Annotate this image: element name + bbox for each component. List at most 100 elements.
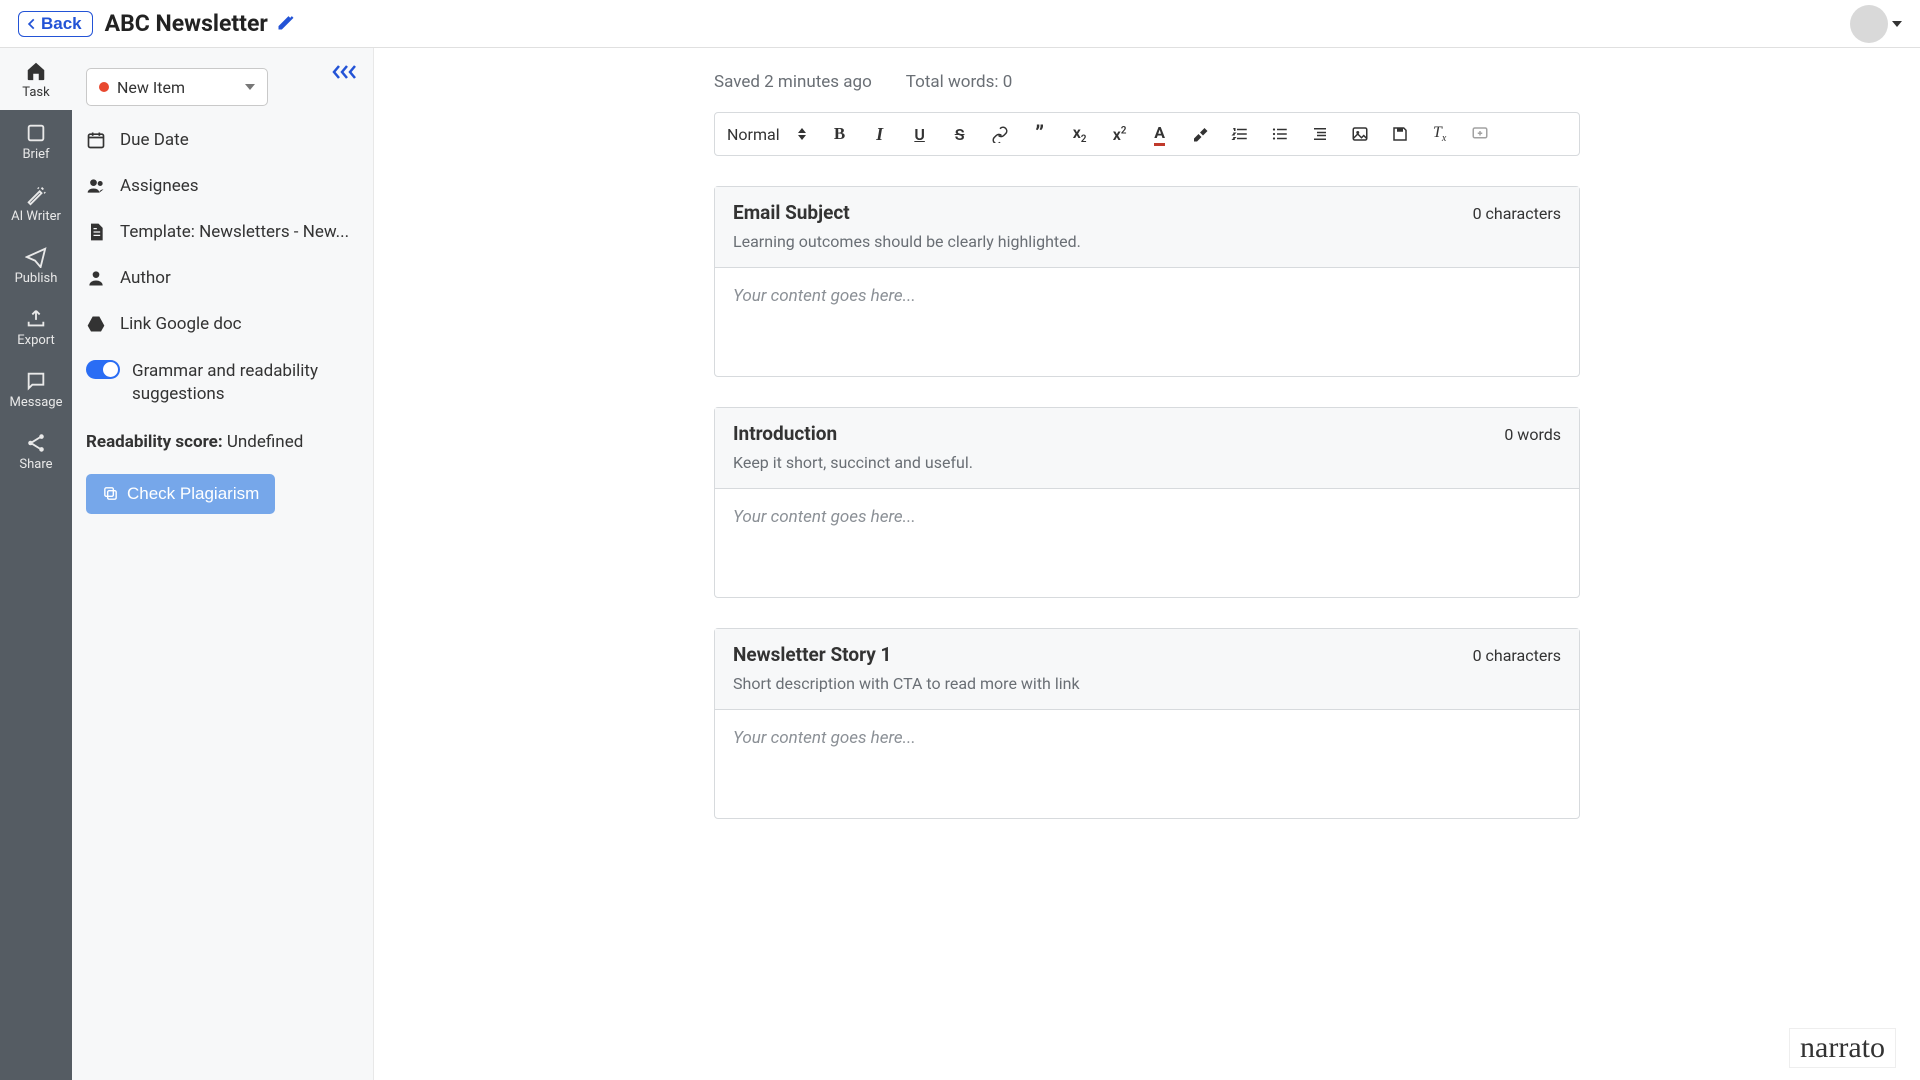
nav-item-ai-writer[interactable]: AI Writer — [0, 172, 72, 234]
readability-value: Undefined — [227, 432, 303, 452]
content-block-introduction: Introduction 0 words Keep it short, succ… — [714, 407, 1580, 598]
author-field[interactable]: Author — [86, 268, 359, 288]
superscript-button[interactable]: x2 — [1100, 114, 1140, 154]
editor-area: Saved 2 minutes ago Total words: 0 Norma… — [374, 48, 1920, 1080]
clear-format-button[interactable]: Tx — [1420, 114, 1460, 154]
due-date-field[interactable]: Due Date — [86, 130, 359, 150]
status-label: New Item — [117, 78, 185, 97]
indent-button[interactable] — [1300, 114, 1340, 154]
nav-item-publish[interactable]: Publish — [0, 234, 72, 296]
nav-item-message[interactable]: Message — [0, 358, 72, 420]
back-label: Back — [41, 14, 82, 34]
export-icon — [25, 308, 47, 330]
template-label: Template: Newsletters - New... — [120, 222, 349, 242]
sort-icon — [798, 128, 806, 140]
text-color-button[interactable]: A — [1140, 114, 1180, 154]
link-button[interactable] — [980, 114, 1020, 154]
placeholder-text: Your content goes here... — [733, 507, 916, 527]
bold-button[interactable]: B — [820, 114, 860, 154]
nav-item-export[interactable]: Export — [0, 296, 72, 358]
block-hint: Learning outcomes should be clearly high… — [733, 232, 1561, 251]
link-google-doc[interactable]: Link Google doc — [86, 314, 359, 334]
unordered-list-button[interactable] — [1260, 114, 1300, 154]
content-block-story-1: Newsletter Story 1 0 characters Short de… — [714, 628, 1580, 819]
template-field[interactable]: Template: Newsletters - New... — [86, 222, 359, 242]
nav-item-share[interactable]: Share — [0, 420, 72, 482]
edit-title-button[interactable] — [276, 12, 296, 36]
calendar-icon — [86, 130, 106, 150]
back-button[interactable]: Back — [18, 11, 93, 37]
share-icon — [25, 432, 47, 454]
check-plagiarism-button[interactable]: Check Plagiarism — [86, 474, 275, 514]
collapse-panel-button[interactable] — [331, 64, 355, 80]
page-title: ABC Newsletter — [105, 10, 268, 37]
chat-icon — [25, 370, 47, 392]
nav-label: Share — [19, 457, 52, 472]
status-dot-icon — [99, 82, 109, 92]
word-count: Total words: 0 — [906, 72, 1013, 92]
nav-item-task[interactable]: Task — [0, 48, 72, 110]
gdoc-label: Link Google doc — [120, 314, 242, 334]
block-hint: Short description with CTA to read more … — [733, 674, 1561, 693]
ordered-list-button[interactable] — [1220, 114, 1260, 154]
subscript-button[interactable]: x2 — [1060, 114, 1100, 154]
block-header: Newsletter Story 1 0 characters Short de… — [715, 629, 1579, 710]
grammar-label: Grammar and readability suggestions — [132, 360, 359, 406]
block-hint: Keep it short, succinct and useful. — [733, 453, 1561, 472]
assignees-label: Assignees — [120, 176, 199, 196]
highlight-button[interactable] — [1180, 114, 1220, 154]
pencil-square-icon — [276, 12, 296, 32]
block-editor[interactable]: Your content goes here... — [715, 268, 1579, 376]
caret-down-icon — [245, 84, 255, 90]
floppy-disk-icon — [1391, 125, 1409, 143]
block-editor[interactable]: Your content goes here... — [715, 710, 1579, 818]
chevron-left-icon — [25, 17, 39, 31]
side-panel: New Item Due Date Assignees Template: Ne… — [72, 48, 374, 1080]
underline-button[interactable]: U — [900, 114, 940, 154]
blockquote-button[interactable]: ” — [1020, 114, 1060, 154]
assignees-field[interactable]: Assignees — [86, 176, 359, 196]
nav-label: Message — [10, 395, 63, 410]
grammar-toggle[interactable] — [86, 360, 120, 379]
main-layout: Task Brief AI Writer Publish Export Mess… — [0, 48, 1920, 1080]
magic-wand-icon — [25, 184, 47, 206]
strikethrough-button[interactable]: S — [940, 114, 980, 154]
users-icon — [86, 176, 106, 196]
status-select[interactable]: New Item — [86, 68, 268, 106]
nav-rail: Task Brief AI Writer Publish Export Mess… — [0, 48, 72, 1080]
paper-plane-icon — [25, 246, 47, 268]
style-dropdown[interactable]: Normal — [727, 125, 820, 144]
google-drive-icon — [86, 314, 106, 334]
content-block-email-subject: Email Subject 0 characters Learning outc… — [714, 186, 1580, 377]
title-wrap: ABC Newsletter — [105, 10, 296, 37]
add-comment-button[interactable] — [1460, 114, 1500, 154]
panel-list: Due Date Assignees Template: Newsletters… — [86, 130, 359, 406]
placeholder-text: Your content goes here... — [733, 728, 916, 748]
comment-plus-icon — [1471, 125, 1489, 143]
user-menu[interactable] — [1850, 5, 1902, 43]
editor-meta: Saved 2 minutes ago Total words: 0 — [714, 72, 1580, 92]
topbar: Back ABC Newsletter — [0, 0, 1920, 48]
list-ul-icon — [1271, 125, 1289, 143]
image-button[interactable] — [1340, 114, 1380, 154]
block-header: Email Subject 0 characters Learning outc… — [715, 187, 1579, 268]
link-icon — [991, 125, 1009, 143]
style-label: Normal — [727, 125, 780, 144]
document-icon — [86, 222, 106, 242]
list-ol-icon — [1231, 125, 1249, 143]
readability-score: Readability score: Undefined — [86, 432, 359, 452]
block-title: Introduction — [733, 422, 837, 445]
block-counter: 0 characters — [1473, 646, 1561, 665]
note-icon — [25, 122, 47, 144]
nav-item-brief[interactable]: Brief — [0, 110, 72, 172]
block-title: Newsletter Story 1 — [733, 643, 891, 666]
copy-icon — [102, 485, 119, 502]
format-toolbar: Normal B I U S ” x2 x2 A Tx — [714, 112, 1580, 156]
block-editor[interactable]: Your content goes here... — [715, 489, 1579, 597]
due-date-label: Due Date — [120, 130, 189, 150]
block-counter: 0 words — [1504, 425, 1561, 444]
save-button[interactable] — [1380, 114, 1420, 154]
image-icon — [1351, 125, 1369, 143]
italic-button[interactable]: I — [860, 114, 900, 154]
indent-icon — [1311, 125, 1329, 143]
